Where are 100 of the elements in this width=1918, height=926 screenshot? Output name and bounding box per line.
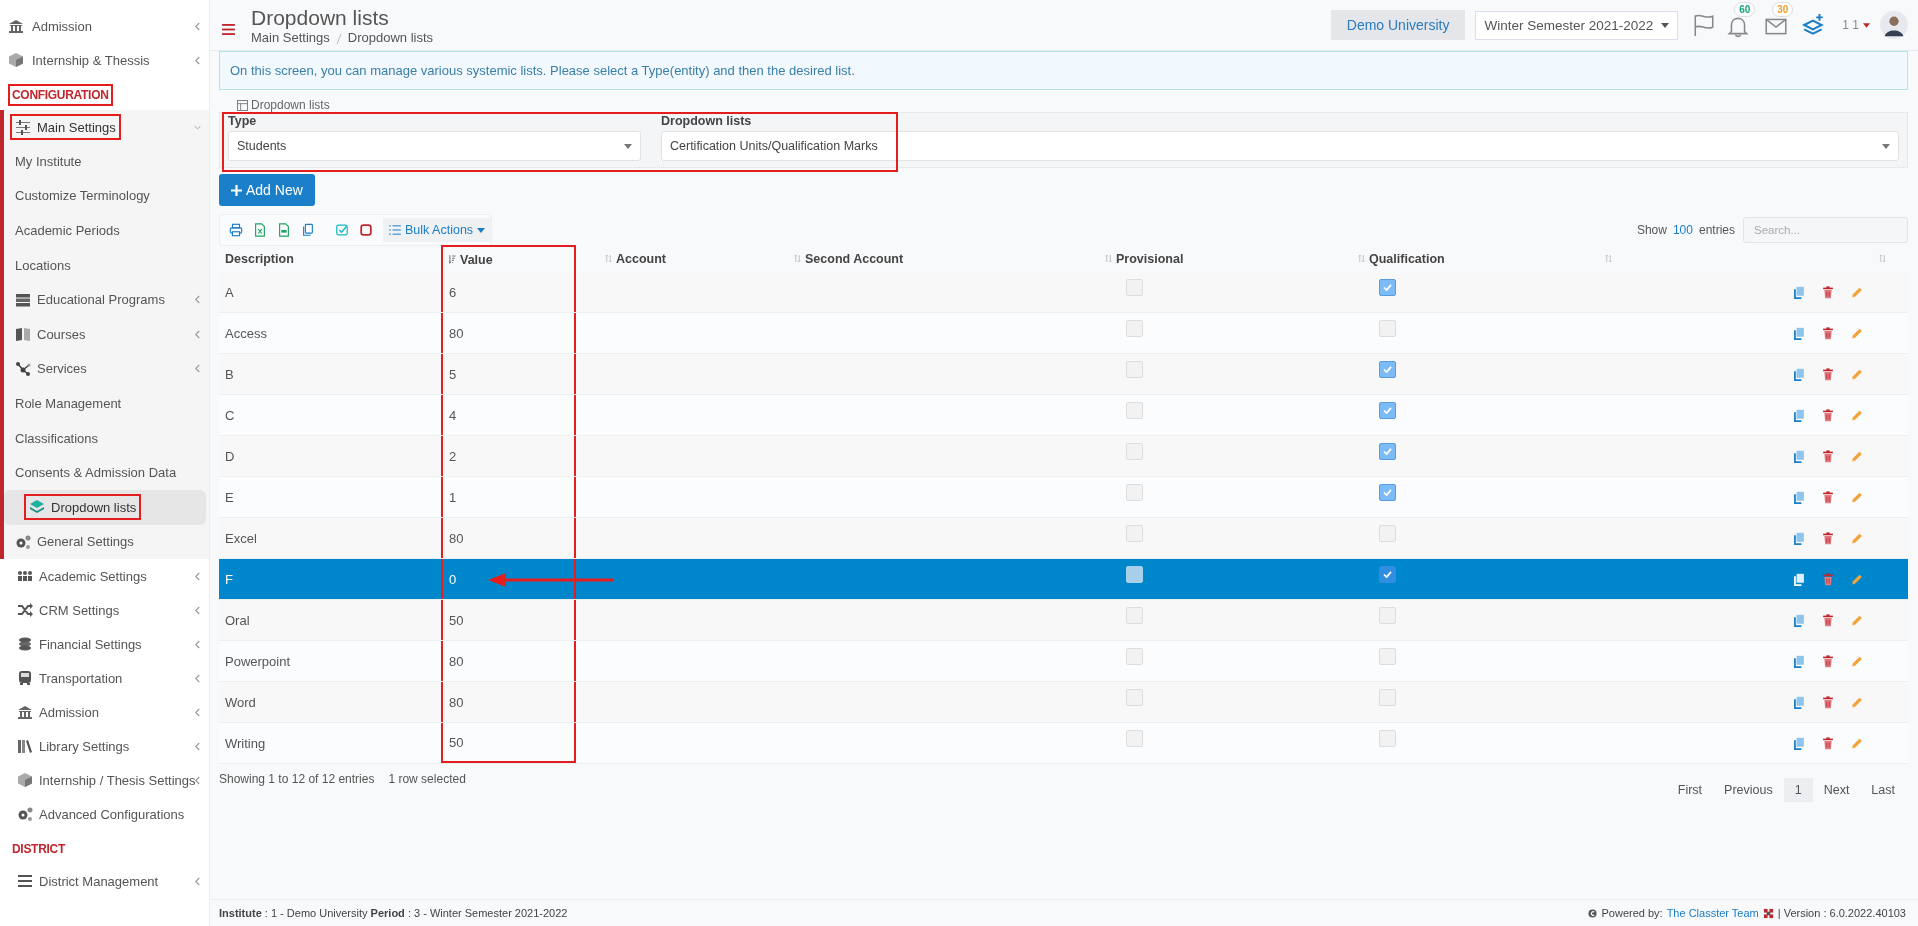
submenu-item[interactable]: Customize Terminology — [4, 178, 209, 214]
edit-icon[interactable] — [1851, 490, 1863, 504]
submenu-item[interactable]: Academic Periods — [4, 213, 209, 248]
copy-icon[interactable] — [1793, 572, 1805, 586]
pagination-button[interactable]: 1 — [1783, 778, 1813, 802]
table-row[interactable]: Writing 50 — [219, 723, 1908, 764]
pagination-button[interactable]: Next — [1812, 778, 1861, 802]
column-header[interactable]: Provisional — [1099, 245, 1352, 272]
edit-icon[interactable] — [1851, 449, 1863, 463]
add-new-button[interactable]: Add New — [219, 174, 315, 206]
menu-icon[interactable] — [222, 23, 235, 35]
breadcrumb-item[interactable]: Main Settings — [251, 29, 330, 45]
submenu-item[interactable]: Educational Programs — [4, 282, 209, 317]
edit-icon[interactable] — [1851, 285, 1863, 299]
edit-icon[interactable] — [1851, 613, 1863, 627]
trash-icon[interactable] — [1822, 449, 1834, 463]
copy-icon[interactable] — [1793, 326, 1805, 340]
trash-icon[interactable] — [1822, 613, 1834, 627]
copy-icon[interactable] — [1793, 490, 1805, 504]
sidebar-item[interactable]: Library Settings — [0, 729, 209, 764]
print-icon[interactable] — [229, 223, 243, 237]
copy-icon[interactable] — [301, 223, 315, 237]
bulk-actions-button[interactable]: Bulk Actions — [383, 218, 492, 242]
copy-icon[interactable] — [1793, 408, 1805, 422]
submenu-item[interactable]: Courses — [4, 316, 209, 352]
checkbox[interactable] — [1379, 484, 1396, 501]
submenu-item[interactable]: Services — [4, 351, 209, 387]
edit-icon[interactable] — [1851, 654, 1863, 668]
institution-button[interactable]: Demo University — [1330, 10, 1466, 40]
trash-icon[interactable] — [1822, 736, 1834, 750]
check-all-icon[interactable] — [335, 223, 349, 237]
trash-icon[interactable] — [1822, 695, 1834, 709]
trash-icon[interactable] — [1822, 654, 1834, 668]
trash-icon[interactable] — [1822, 572, 1834, 586]
period-dropdown[interactable]: Winter Semester 2021-2022 — [1475, 10, 1679, 40]
submenu-item[interactable]: Consents & Admission Data — [4, 455, 209, 490]
edit-icon[interactable] — [1851, 367, 1863, 381]
submenu-item[interactable]: Classifications — [4, 420, 209, 456]
trash-icon[interactable] — [1822, 408, 1834, 422]
submenu-item[interactable]: General Settings — [4, 524, 209, 560]
list-select[interactable]: Certification Units/Qualification Marks — [661, 131, 1899, 161]
edit-icon[interactable] — [1851, 326, 1863, 340]
table-row[interactable]: Oral 50 — [219, 600, 1908, 641]
sidebar-item[interactable]: CRM Settings — [0, 593, 209, 628]
checkbox[interactable] — [1379, 361, 1396, 378]
deselect-icon[interactable] — [359, 223, 373, 237]
table-row[interactable]: Access 80 — [219, 313, 1908, 354]
table-row[interactable]: Word 80 — [219, 682, 1908, 723]
caret-icon[interactable] — [1863, 22, 1870, 28]
trash-icon[interactable] — [1822, 531, 1834, 545]
copy-icon[interactable] — [1793, 736, 1805, 750]
avatar[interactable] — [1880, 11, 1908, 39]
column-header[interactable]: Account — [576, 245, 788, 272]
pagination-button[interactable]: Last — [1860, 778, 1906, 802]
sidebar-item[interactable]: Academic Settings — [0, 559, 209, 594]
edit-icon[interactable] — [1851, 408, 1863, 422]
submenu-item[interactable]: Locations — [4, 247, 209, 283]
sidebar-item[interactable]: Transportation — [0, 661, 209, 696]
submenu-item[interactable]: My Institute — [4, 144, 209, 179]
copy-icon[interactable] — [1793, 449, 1805, 463]
copy-icon[interactable] — [1793, 613, 1805, 627]
table-row[interactable]: F 0 — [219, 559, 1908, 600]
sidebar-item[interactable]: Internship / Thesis Settings — [0, 763, 209, 798]
trash-icon[interactable] — [1822, 490, 1834, 504]
trash-icon[interactable] — [1822, 326, 1834, 340]
sidebar-item[interactable]: Admission — [0, 695, 209, 730]
copy-icon[interactable] — [1793, 654, 1805, 668]
sidebar-item[interactable]: Admission — [0, 9, 209, 43]
checkbox[interactable] — [1379, 279, 1396, 296]
edit-icon[interactable] — [1851, 572, 1863, 586]
table-row[interactable]: D 2 — [219, 436, 1908, 477]
sidebar-item[interactable]: Main Settings — [4, 110, 209, 144]
edit-icon[interactable] — [1851, 531, 1863, 545]
edit-icon[interactable] — [1851, 736, 1863, 750]
table-row[interactable]: Excel 80 — [219, 518, 1908, 559]
table-row[interactable]: C 4 — [219, 395, 1908, 436]
team-link[interactable]: The Classter Team — [1666, 907, 1759, 919]
type-select[interactable]: Students — [228, 131, 641, 161]
copy-icon[interactable] — [1793, 531, 1805, 545]
csv-icon[interactable] — [277, 223, 291, 237]
search-field[interactable]: Search... — [1743, 217, 1908, 243]
sidebar-item[interactable]: Internship & Thessis — [0, 43, 209, 77]
checkbox[interactable] — [1126, 566, 1143, 583]
table-row[interactable]: Powerpoint 80 — [219, 641, 1908, 682]
checkbox[interactable] — [1379, 443, 1396, 460]
column-header[interactable]: Second Account — [788, 245, 1099, 272]
edit-icon[interactable] — [1851, 695, 1863, 709]
pagination-button[interactable]: Previous — [1713, 778, 1784, 802]
column-header[interactable]: Qualification — [1352, 245, 1599, 272]
copy-icon[interactable] — [1793, 367, 1805, 381]
column-header[interactable]: Description — [219, 245, 441, 272]
checkbox[interactable] — [1379, 566, 1396, 583]
sidebar-item[interactable]: Financial Settings — [0, 627, 209, 662]
sidebar-item[interactable]: District Management — [0, 864, 209, 899]
submenu-item[interactable]: Role Management — [4, 386, 209, 421]
excel-icon[interactable] — [253, 223, 267, 237]
pagination-button[interactable]: First — [1666, 778, 1714, 802]
sidebar-item[interactable]: Advanced Configurations — [0, 797, 209, 832]
trash-icon[interactable] — [1822, 285, 1834, 299]
table-row[interactable]: B 5 — [219, 354, 1908, 395]
